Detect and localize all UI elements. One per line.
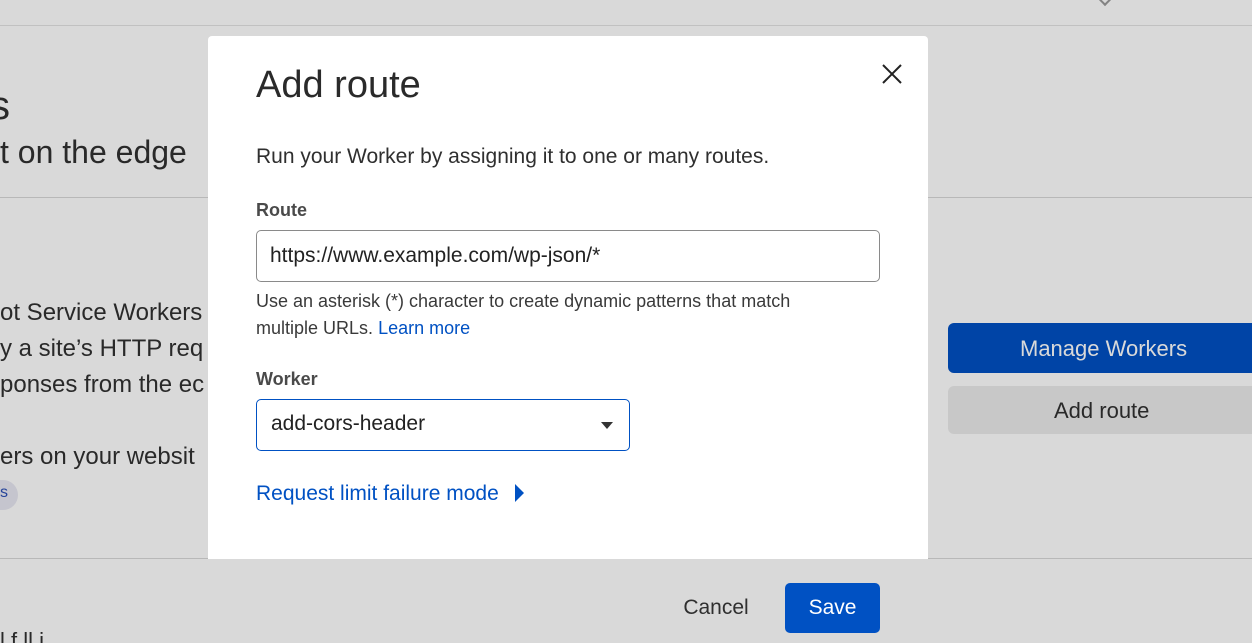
caret-right-icon [514,484,524,502]
close-button[interactable] [876,58,908,90]
dialog-footer: Cancel Save [208,559,928,643]
route-label: Route [256,200,307,220]
request-limit-label: Request limit failure mode [256,482,499,505]
route-help-text: Use an asterisk (*) character to create … [256,288,856,342]
dialog-description: Run your Worker by assigning it to one o… [256,145,770,168]
add-route-dialog: Add route Run your Worker by assigning i… [208,36,928,643]
request-limit-failure-mode-toggle[interactable]: Request limit failure mode [256,482,524,506]
chevron-down-icon [601,422,613,429]
route-help-message: Use an asterisk (*) character to create … [256,291,791,338]
learn-more-link[interactable]: Learn more [378,318,470,338]
route-input[interactable] [256,230,880,282]
close-icon [882,64,902,84]
worker-select[interactable]: add-cors-header [256,399,630,451]
worker-label: Worker [256,369,318,389]
dialog-title: Add route [256,64,421,106]
worker-select-value: add-cors-header [271,412,426,435]
save-button[interactable]: Save [785,583,880,633]
cancel-button[interactable]: Cancel [672,583,760,633]
